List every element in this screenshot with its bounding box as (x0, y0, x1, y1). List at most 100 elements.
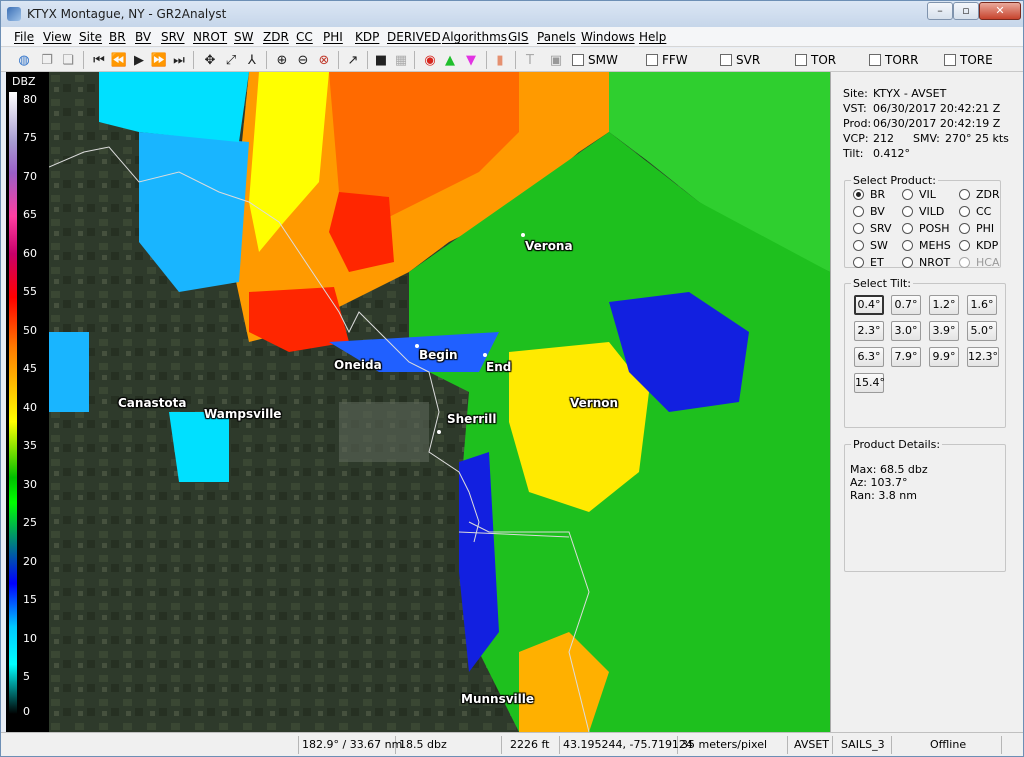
product-srv-radio[interactable]: SRV (853, 222, 892, 235)
ffw-checkbox[interactable]: FFW (646, 53, 688, 67)
toolbar: ◍ ❐ ❏ ⏮ ⏪ ▶ ⏩ ⏭ ✥ ⤢ ⅄ ⊕ ⊖ ⊗ ↗ ■ ▦ ◉ ▲ ▼ … (1, 48, 1023, 72)
precip-region-cyan-edge (49, 332, 89, 412)
tilt-button[interactable]: 0.4° (854, 295, 884, 315)
menu-phi[interactable]: PHI (323, 30, 343, 44)
svr-checkbox[interactable]: SVR (720, 53, 760, 67)
close-button[interactable]: ✕ (979, 2, 1021, 20)
tilt-button[interactable]: 1.6° (967, 295, 997, 315)
product-br-radio[interactable]: BR (853, 188, 885, 201)
product-details-label: Product Details: (851, 438, 943, 451)
vcp-label: VCP: (843, 132, 869, 145)
minimize-button[interactable]: – (927, 2, 953, 20)
magenta-triangle-icon[interactable]: ▼ (462, 51, 480, 69)
first-frame-icon[interactable]: ⏮ (90, 51, 108, 69)
vst-label: VST: (843, 102, 867, 115)
product-zdr-radio[interactable]: ZDR (959, 188, 1000, 201)
smv-value: 270° 25 kts (945, 132, 1009, 145)
open-icon[interactable]: ◍ (15, 51, 33, 69)
menu-zdr[interactable]: ZDR (263, 30, 289, 44)
product-label: MEHS (919, 239, 951, 252)
tilt-button[interactable]: 3.0° (891, 321, 921, 341)
product-label: ZDR (976, 188, 1000, 201)
product-label: SRV (870, 222, 892, 235)
copy-icon[interactable]: ❐ (38, 51, 56, 69)
product-vil-radio[interactable]: VIL (902, 188, 936, 201)
tilt-button[interactable]: 5.0° (967, 321, 997, 341)
tilt-button[interactable]: 6.3° (854, 347, 884, 367)
menu-nrot[interactable]: NROT (193, 30, 227, 44)
measure-icon[interactable]: ⤢ (222, 51, 240, 69)
menu-cc[interactable]: CC (296, 30, 313, 44)
menu-windows[interactable]: Windows (581, 30, 635, 44)
menu-algorithms[interactable]: Algorithms (442, 30, 507, 44)
tilt-button[interactable]: 2.3° (854, 321, 884, 341)
tor-checkbox[interactable]: TOR (795, 53, 836, 67)
torr-checkbox[interactable]: TORR (869, 53, 918, 67)
maximize-button[interactable]: ▫ (953, 2, 979, 20)
prod-label: Prod: (843, 117, 872, 130)
tilt-button[interactable]: 12.3° (967, 347, 999, 367)
prev-frame-icon[interactable]: ⏪ (110, 51, 128, 69)
color-table-icon[interactable]: ▮ (491, 51, 509, 69)
product-cc-radio[interactable]: CC (959, 205, 991, 218)
box-icon[interactable]: ▣ (547, 51, 565, 69)
menu-view[interactable]: View (43, 30, 71, 44)
menu-file[interactable]: File (14, 30, 34, 44)
text-icon[interactable]: T (521, 51, 539, 69)
stop-icon[interactable]: ■ (372, 51, 390, 69)
city-label-sherrill: Sherrill (447, 412, 497, 426)
menu-kdp[interactable]: KDP (355, 30, 379, 44)
menu-br[interactable]: BR (109, 30, 126, 44)
pan-icon[interactable]: ✥ (201, 51, 219, 69)
product-label: BV (870, 205, 885, 218)
smw-checkbox[interactable]: SMW (572, 53, 618, 67)
product-et-radio[interactable]: ET (853, 256, 884, 269)
cross-section-icon[interactable]: ⅄ (243, 51, 261, 69)
legend-tick: 15 (23, 593, 37, 606)
menu-panels[interactable]: Panels (537, 30, 576, 44)
details-az: Az: 103.7° (850, 476, 908, 489)
tilt-button[interactable]: 7.9° (891, 347, 921, 367)
menu-gis[interactable]: GIS (508, 30, 528, 44)
menu-site[interactable]: Site (79, 30, 102, 44)
tilt-button[interactable]: 3.9° (929, 321, 959, 341)
menu-help[interactable]: Help (639, 30, 666, 44)
legend-tick: 80 (23, 93, 37, 106)
tilt-button[interactable]: 0.7° (891, 295, 921, 315)
app-window: KTYX Montague, NY - GR2Analyst – ▫ ✕ Fil… (0, 0, 1024, 757)
last-frame-icon[interactable]: ⏭ (170, 51, 188, 69)
product-sw-radio[interactable]: SW (853, 239, 888, 252)
product-vild-radio[interactable]: VILD (902, 205, 944, 218)
window-title: KTYX Montague, NY - GR2Analyst (27, 7, 227, 21)
zoom-reset-icon[interactable]: ⊗ (315, 51, 333, 69)
product-mehs-radio[interactable]: MEHS (902, 239, 951, 252)
status-mode: AVSET (788, 736, 833, 754)
tilt-button[interactable]: 15.4° (854, 373, 885, 393)
zoom-in-icon[interactable]: ⊕ (273, 51, 291, 69)
product-kdp-radio[interactable]: KDP (959, 239, 998, 252)
tilt-button[interactable]: 9.9° (929, 347, 959, 367)
play-icon[interactable]: ▶ (130, 51, 148, 69)
product-bv-radio[interactable]: BV (853, 205, 885, 218)
product-nrot-radio[interactable]: NROT (902, 256, 950, 269)
menu-derived[interactable]: DERIVED (387, 30, 441, 44)
zoom-out-icon[interactable]: ⊖ (294, 51, 312, 69)
paste-icon[interactable]: ❏ (59, 51, 77, 69)
next-frame-icon[interactable]: ⏩ (150, 51, 168, 69)
grid-icon[interactable]: ▦ (392, 51, 410, 69)
tilt-button[interactable]: 1.2° (929, 295, 959, 315)
legend-tick: 10 (23, 632, 37, 645)
menu-bv[interactable]: BV (135, 30, 151, 44)
menu-srv[interactable]: SRV (161, 30, 185, 44)
tore-checkbox[interactable]: TORE (944, 53, 993, 67)
sample-icon[interactable]: ↗ (344, 51, 362, 69)
green-triangle-icon[interactable]: ▲ (441, 51, 459, 69)
menu-sw[interactable]: SW (234, 30, 253, 44)
legend-tick: 45 (23, 362, 37, 375)
product-phi-radio[interactable]: PHI (959, 222, 994, 235)
product-hca-radio[interactable]: HCA (959, 256, 999, 269)
product-posh-radio[interactable]: POSH (902, 222, 950, 235)
status-resolution: 35 meters/pixel (678, 736, 788, 754)
tornado-icon[interactable]: ◉ (421, 51, 439, 69)
radar-map[interactable]: Verona Oneida Begin End Canastota Wampsv… (49, 72, 830, 732)
